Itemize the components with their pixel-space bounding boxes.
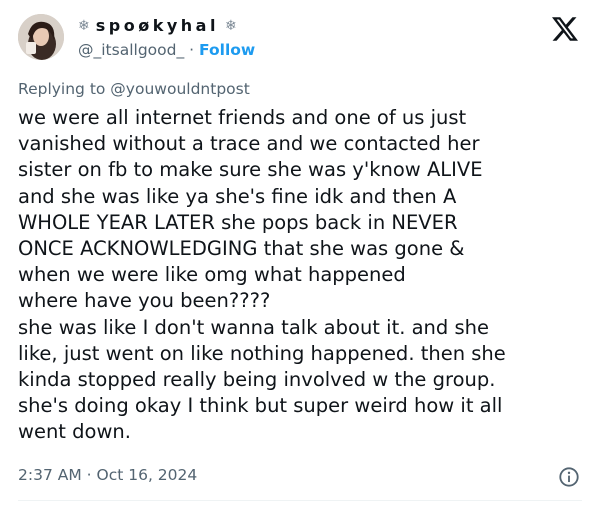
tweet-line: where have you been???? [18, 289, 271, 313]
display-name-text: spoøkyhal [95, 16, 219, 35]
author-display-name[interactable]: ❄ spoøkyhal ❄ [78, 16, 237, 35]
tweet-line: vanished without a trace and we contacte… [18, 132, 480, 156]
replying-to-label: Replying to @youwouldntpost [18, 80, 250, 98]
separator-dot: · [189, 41, 195, 59]
tweet-line: when we were like omg what happened [18, 263, 406, 287]
tweet-line: went down. [18, 420, 131, 444]
author-handle[interactable]: @_itsallgood_ [78, 41, 184, 59]
avatar[interactable] [18, 14, 64, 60]
tweet-line: ONCE ACKNOWLEDGING that she was gone & [18, 237, 465, 261]
handle-row: @_itsallgood_ · Follow [78, 41, 255, 59]
avatar-image [18, 14, 64, 60]
tweet-line: and she was like ya she's fine idk and t… [18, 184, 457, 208]
x-logo-icon[interactable] [552, 16, 578, 42]
tweet-timestamp[interactable]: 2:37 AM · Oct 16, 2024 [18, 466, 197, 484]
tweet-line: she's doing okay I think but super weird… [18, 394, 503, 418]
tweet-line: kinda stopped really being involved w th… [18, 368, 496, 392]
snowflake-icon: ❄ [224, 17, 237, 34]
tweet-line: like, just went on like nothing happened… [18, 341, 506, 365]
tweet-line: we were all internet friends and one of … [18, 106, 467, 129]
tweet-text: we were all internet friends and one of … [18, 105, 584, 446]
tweet-line: she was like I don't wanna talk about it… [18, 315, 490, 339]
follow-button[interactable]: Follow [199, 41, 255, 59]
tweet-header: ❄ spoøkyhal ❄ @_itsallgood_ · Follow [18, 14, 582, 64]
tweet-line: sister on fb to make sure she was y'know… [18, 158, 483, 182]
snowflake-icon: ❄ [78, 17, 90, 34]
tweet-line: WHOLE YEAR LATER she pops back in NEVER [18, 210, 458, 234]
info-icon[interactable] [558, 466, 580, 488]
divider [18, 500, 582, 501]
